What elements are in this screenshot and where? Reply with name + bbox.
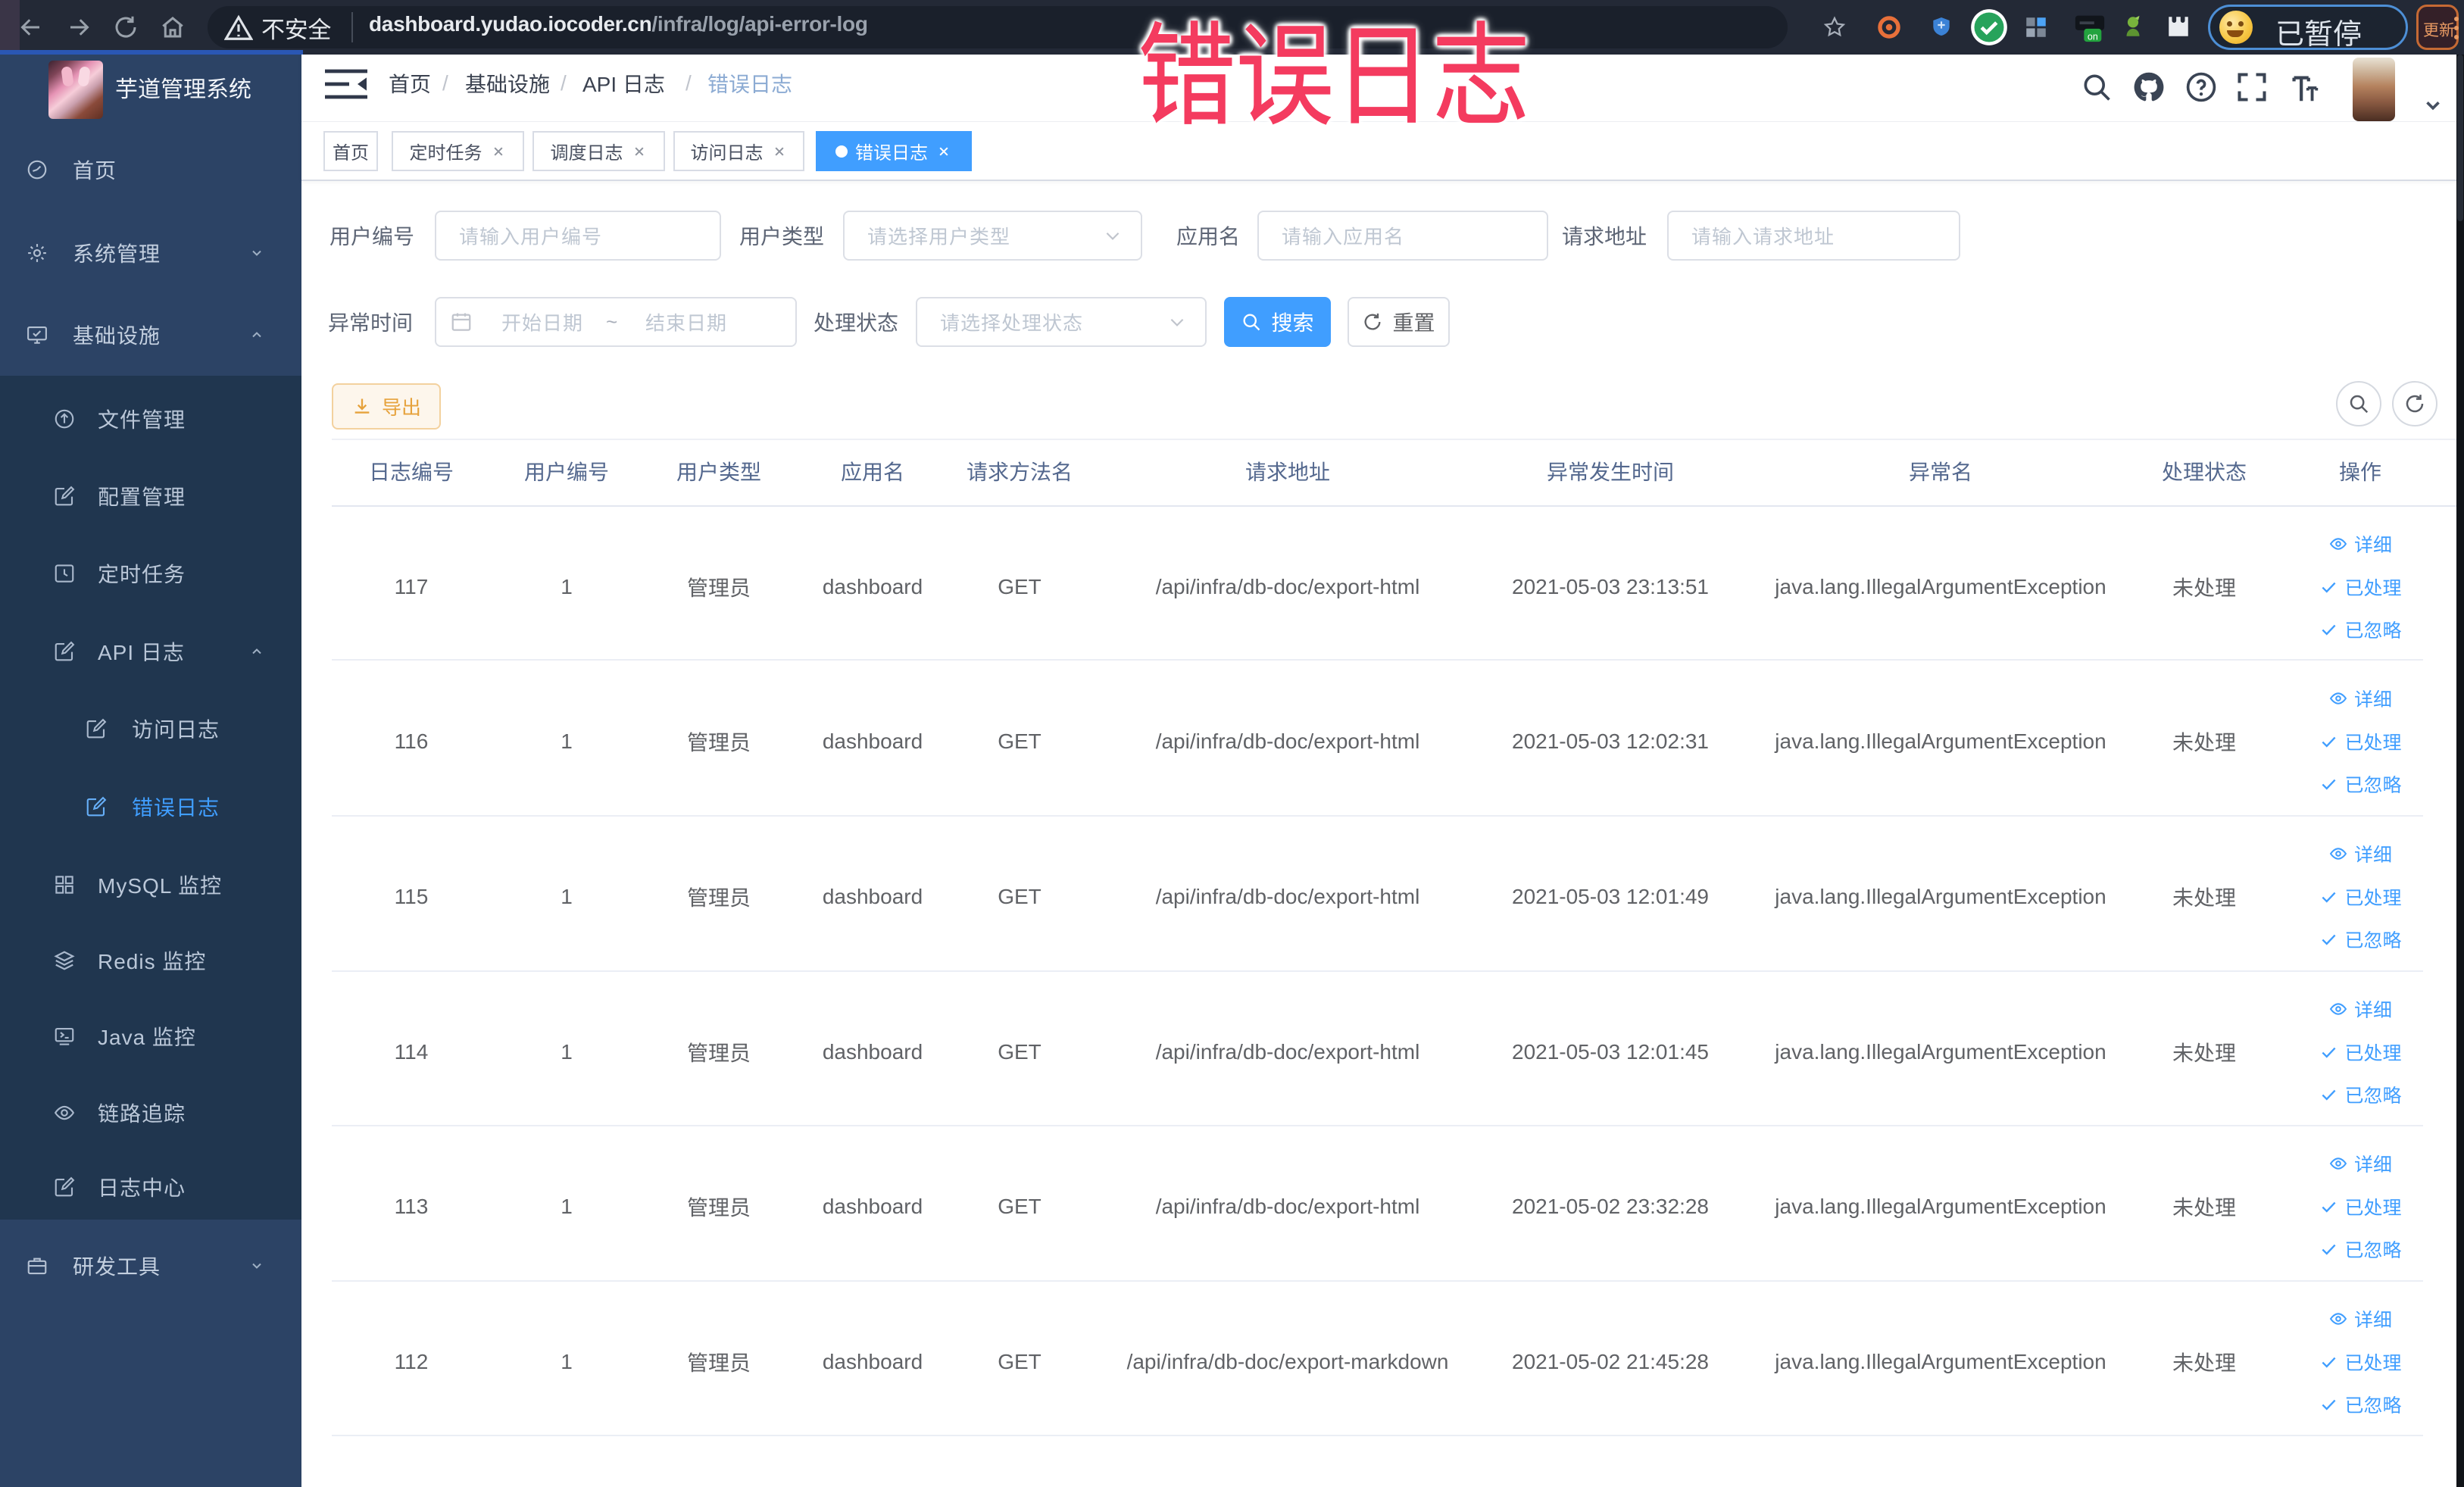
svg-text:on: on [2088, 31, 2098, 42]
